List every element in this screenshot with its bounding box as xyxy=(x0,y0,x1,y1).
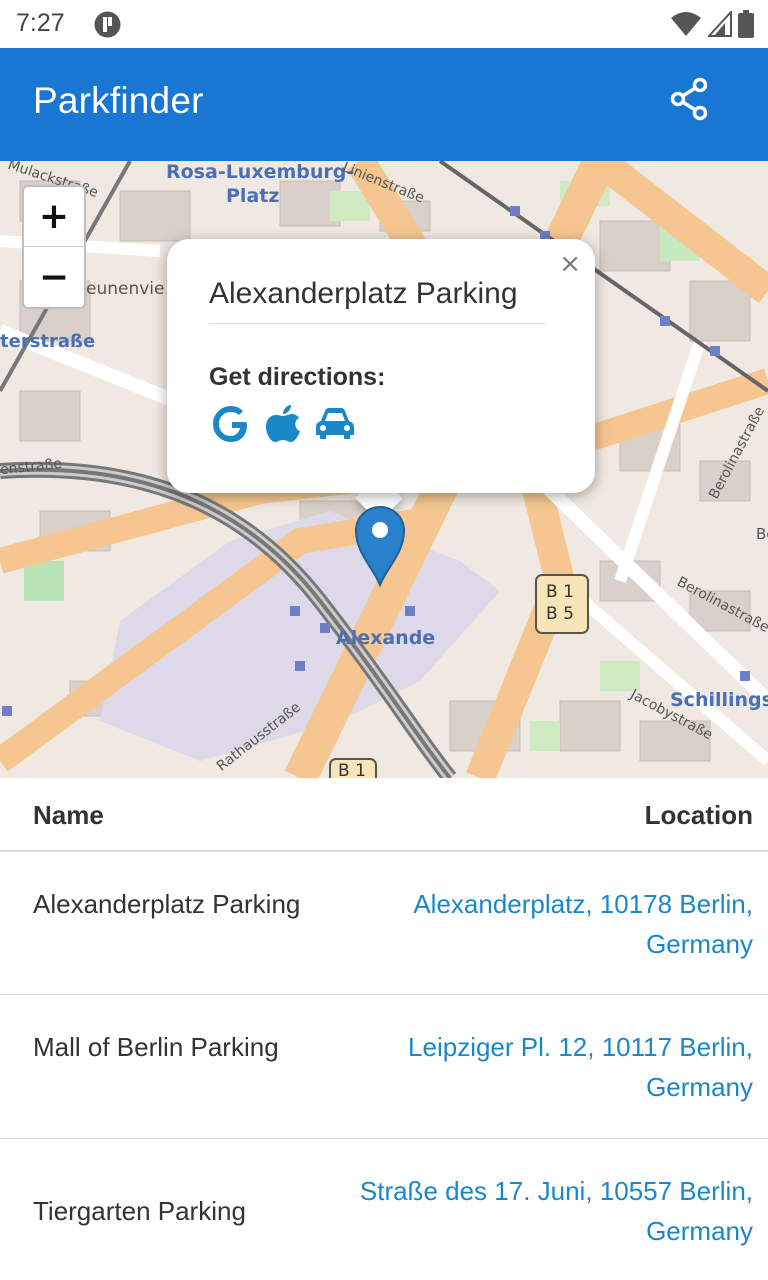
app-bar: Parkfinder xyxy=(0,48,768,161)
google-icon[interactable] xyxy=(211,403,251,445)
direction-icons xyxy=(211,403,355,445)
zoom-control: + − xyxy=(22,185,86,309)
map-label-terstrasse: terstraße xyxy=(0,331,96,352)
parking-table: Name Location Alexanderplatz Parking Ale… xyxy=(0,778,768,1279)
map-label-rosa: Rosa-Luxemburg- xyxy=(166,161,355,183)
car-icon[interactable] xyxy=(315,403,355,445)
popup-title: Alexanderplatz Parking xyxy=(209,277,545,324)
popup-close-button[interactable]: × xyxy=(559,249,581,279)
row-location-link[interactable]: Leipziger Pl. 12, 10117 Berlin, Germany xyxy=(353,1027,753,1107)
app-notification-icon xyxy=(94,11,121,38)
map-label-b1: B 1 xyxy=(338,761,366,778)
map-label-b1b5: B 1 B 5 xyxy=(546,582,574,624)
row-name: Mall of Berlin Parking xyxy=(33,1032,279,1062)
status-icons xyxy=(670,9,754,43)
app-title: Parkfinder xyxy=(33,80,204,121)
popup-subtitle: Get directions: xyxy=(209,363,386,391)
row-name: Alexanderplatz Parking xyxy=(33,889,301,919)
map-label-alexande: Alexande xyxy=(336,627,436,649)
share-icon xyxy=(669,77,709,126)
header-location: Location xyxy=(644,800,753,830)
row-location-link[interactable]: Alexanderplatz, 10178 Berlin, Germany xyxy=(353,884,753,964)
map-label-platz: Platz xyxy=(226,185,280,207)
wifi-icon xyxy=(670,11,702,42)
table-row: Mall of Berlin Parking Leipziger Pl. 12,… xyxy=(0,995,768,1139)
table-row: Tiergarten Parking Straße des 17. Juni, … xyxy=(0,1139,768,1279)
battery-icon xyxy=(738,10,754,43)
apple-icon[interactable] xyxy=(263,403,303,445)
zoom-out-button[interactable]: − xyxy=(24,247,84,307)
share-button[interactable] xyxy=(664,76,714,126)
signal-icon xyxy=(706,9,732,42)
row-location-link[interactable]: Straße des 17. Juni, 10557 Berlin, Germa… xyxy=(353,1171,753,1251)
map-marker[interactable] xyxy=(354,505,406,588)
map-view[interactable]: Rosa-Luxemburg- Platz Linienstraße Mulac… xyxy=(0,161,768,778)
status-time: 7:27 xyxy=(16,9,65,37)
map-label-be: Be xyxy=(756,525,768,543)
table-row: Alexanderplatz Parking Alexanderplatz, 1… xyxy=(0,852,768,995)
row-name: Tiergarten Parking xyxy=(33,1196,246,1226)
map-popup: × Alexanderplatz Parking Get directions: xyxy=(167,239,595,493)
zoom-in-button[interactable]: + xyxy=(24,187,84,247)
table-header: Name Location xyxy=(0,778,768,852)
header-name: Name xyxy=(33,800,104,830)
status-bar: 7:27 xyxy=(0,0,768,48)
map-label-schillings: Schillingst xyxy=(670,689,768,711)
map-label-neunenvie: eunenvie xyxy=(86,279,165,299)
